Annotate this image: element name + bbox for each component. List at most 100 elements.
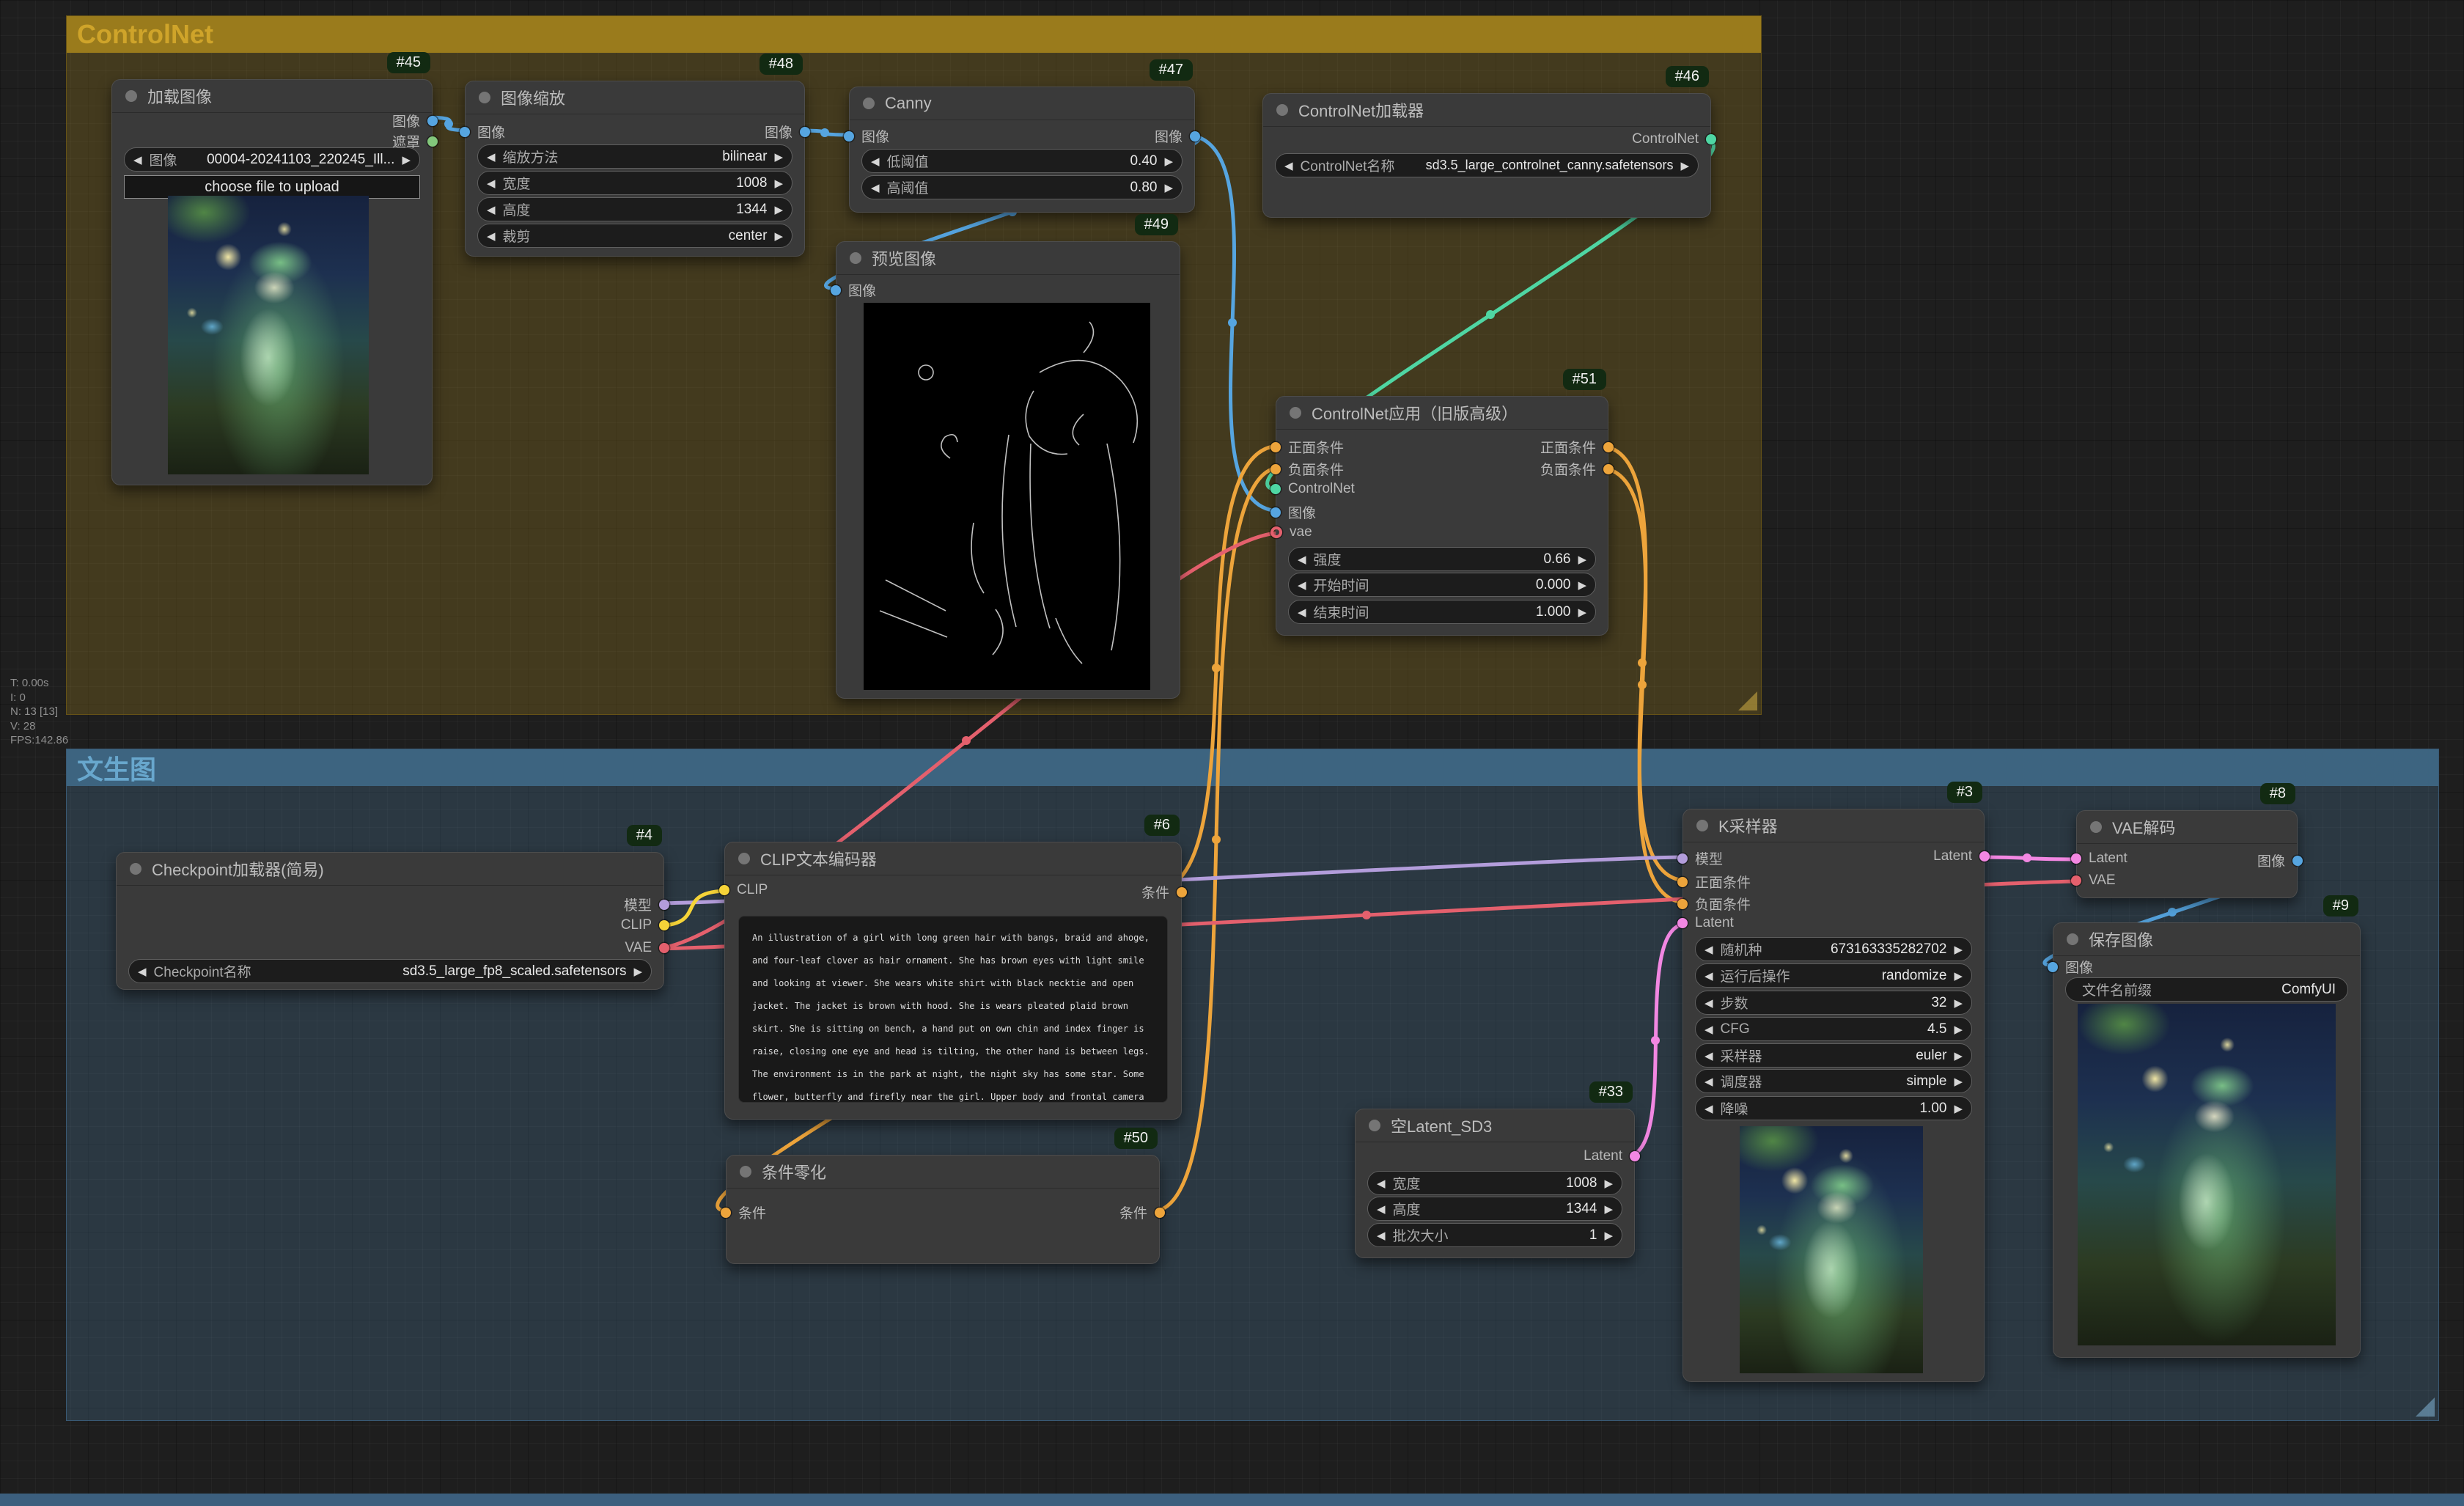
latent-port-icon[interactable] — [1677, 918, 1688, 928]
cfg-widget[interactable]: ◀ CFG 4.5 ▶ — [1695, 1017, 1972, 1041]
start-percent-widget[interactable]: ◀ 开始时间 0.000 ▶ — [1288, 573, 1596, 597]
conditioning-port-icon[interactable] — [1155, 1208, 1165, 1218]
prev-arrow-icon[interactable]: ◀ — [1704, 996, 1713, 1010]
image-port-icon[interactable] — [2292, 856, 2303, 866]
collapse-dot-icon[interactable] — [1369, 1120, 1380, 1131]
node-header[interactable]: 加载图像 — [112, 80, 432, 113]
prev-arrow-icon[interactable]: ◀ — [1704, 1075, 1713, 1088]
image-port-icon[interactable] — [831, 285, 841, 295]
node-preview-image[interactable]: #49 预览图像 图像 — [836, 241, 1180, 699]
conditioning-port-icon[interactable] — [1603, 464, 1614, 474]
conditioning-port-icon[interactable] — [1270, 464, 1281, 474]
node-header[interactable]: K采样器 — [1683, 809, 1984, 842]
next-arrow-icon[interactable]: ▶ — [1578, 578, 1586, 592]
collapse-dot-icon[interactable] — [740, 1166, 751, 1178]
next-arrow-icon[interactable]: ▶ — [1680, 159, 1689, 172]
collapse-dot-icon[interactable] — [1276, 104, 1288, 116]
input-port-image[interactable]: 图像 — [460, 122, 505, 142]
node-header[interactable]: 预览图像 — [836, 242, 1180, 275]
next-arrow-icon[interactable]: ▶ — [1954, 1049, 1963, 1062]
node-header[interactable]: CLIP文本编码器 — [725, 842, 1181, 875]
image-port-icon[interactable] — [2048, 962, 2058, 972]
next-arrow-icon[interactable]: ▶ — [1954, 1102, 1963, 1115]
prev-arrow-icon[interactable]: ◀ — [1284, 159, 1293, 172]
prev-arrow-icon[interactable]: ◀ — [1377, 1229, 1386, 1242]
height-widget[interactable]: ◀ 高度 1344 ▶ — [1367, 1197, 1622, 1221]
input-port-image[interactable]: 图像 — [2048, 957, 2093, 977]
input-port-negative[interactable]: 负面条件 — [1677, 894, 1751, 914]
input-port-vae[interactable]: VAE — [2071, 873, 2116, 889]
checkpoint-name-widget[interactable]: ◀ Checkpoint名称 sd3.5_large_fp8_scaled.sa… — [128, 959, 652, 983]
next-arrow-icon[interactable]: ▶ — [1164, 181, 1173, 194]
next-arrow-icon[interactable]: ▶ — [774, 203, 783, 216]
next-arrow-icon[interactable]: ▶ — [1954, 996, 1963, 1010]
clip-port-icon[interactable] — [659, 920, 669, 930]
latent-port-icon[interactable] — [1979, 851, 1990, 862]
input-port-clip[interactable]: CLIP — [719, 882, 768, 898]
node-header[interactable]: 保存图像 — [2053, 923, 2360, 956]
output-port-latent[interactable]: Latent — [1584, 1148, 1640, 1164]
node-vae-decode[interactable]: #8 VAE解码 Latent VAE 图像 — [2076, 810, 2298, 898]
output-port-clip[interactable]: CLIP — [621, 917, 669, 933]
input-port-conditioning[interactable]: 条件 — [721, 1202, 766, 1222]
next-arrow-icon[interactable]: ▶ — [1954, 1075, 1963, 1088]
collapse-dot-icon[interactable] — [738, 853, 750, 864]
prev-arrow-icon[interactable]: ◀ — [487, 177, 496, 190]
output-port-negative[interactable]: 负面条件 — [1540, 459, 1614, 479]
next-arrow-icon[interactable]: ▶ — [774, 150, 783, 164]
node-clip-text-encode[interactable]: #6 CLIP文本编码器 CLIP 条件 An illustration of … — [724, 842, 1182, 1120]
prev-arrow-icon[interactable]: ◀ — [487, 229, 496, 243]
comfyui-canvas[interactable]: { "stats": {"lines": "T: 0.00s\nI: 0\nN:… — [0, 0, 2464, 1506]
node-empty-latent-sd3[interactable]: #33 空Latent_SD3 Latent ◀ 宽度 1008 ▶ ◀ 高度 … — [1355, 1109, 1635, 1258]
filename-prefix-widget[interactable]: 文件名前缀 ComfyUI — [2065, 977, 2348, 1002]
prev-arrow-icon[interactable]: ◀ — [487, 203, 496, 216]
next-arrow-icon[interactable]: ▶ — [1604, 1202, 1613, 1216]
conditioning-port-icon[interactable] — [1603, 442, 1614, 452]
next-arrow-icon[interactable]: ▶ — [1954, 1023, 1963, 1036]
sampler-widget[interactable]: ◀ 采样器 euler ▶ — [1695, 1043, 1972, 1068]
high-threshold-widget[interactable]: ◀ 高阈值 0.80 ▶ — [861, 175, 1183, 199]
control-after-generate-widget[interactable]: ◀ 运行后操作 randomize ▶ — [1695, 963, 1972, 988]
prev-arrow-icon[interactable]: ◀ — [1298, 578, 1306, 592]
next-arrow-icon[interactable]: ▶ — [1578, 606, 1586, 619]
conditioning-port-icon[interactable] — [1177, 887, 1187, 897]
prev-arrow-icon[interactable]: ◀ — [1377, 1177, 1386, 1190]
output-port-conditioning[interactable]: 条件 — [1141, 882, 1187, 902]
node-load-image[interactable]: #45 加载图像 图像 遮罩 ◀ 图像 00004-20241103_22024… — [111, 79, 433, 485]
input-port-latent[interactable]: Latent — [1677, 915, 1734, 931]
latent-port-icon[interactable] — [2071, 853, 2081, 864]
input-port-controlnet[interactable]: ControlNet — [1270, 481, 1355, 497]
node-ksampler[interactable]: #3 K采样器 模型 正面条件 负面条件 Latent Latent ◀ 随机种… — [1682, 809, 1985, 1382]
node-canny[interactable]: #47 Canny 图像 图像 ◀ 低阈值 0.40 ▶ ◀ 高阈值 0.80 … — [849, 87, 1195, 213]
collapse-dot-icon[interactable] — [863, 98, 875, 109]
model-port-icon[interactable] — [659, 900, 669, 910]
vae-port-icon[interactable] — [1270, 526, 1282, 538]
node-header[interactable]: VAE解码 — [2077, 811, 2297, 844]
prev-arrow-icon[interactable]: ◀ — [1704, 943, 1713, 956]
input-port-image[interactable]: 图像 — [844, 126, 889, 146]
node-checkpoint-loader[interactable]: #4 Checkpoint加载器(简易) 模型 CLIP VAE ◀ Check… — [116, 852, 664, 990]
image-port-icon[interactable] — [1270, 507, 1281, 518]
output-port-positive[interactable]: 正面条件 — [1540, 437, 1614, 457]
crop-widget[interactable]: ◀ 裁剪 center ▶ — [477, 224, 792, 248]
prev-arrow-icon[interactable]: ◀ — [138, 965, 147, 978]
controlnet-port-icon[interactable] — [1270, 484, 1281, 494]
input-port-model[interactable]: 模型 — [1677, 848, 1723, 868]
output-port-image[interactable]: 图像 — [1155, 126, 1200, 146]
node-controlnet-loader[interactable]: #46 ControlNet加载器 ControlNet ◀ ControlNe… — [1262, 93, 1711, 218]
strength-widget[interactable]: ◀ 强度 0.66 ▶ — [1288, 547, 1596, 571]
width-widget[interactable]: ◀ 宽度 1008 ▶ — [477, 171, 792, 195]
scheduler-widget[interactable]: ◀ 调度器 simple ▶ — [1695, 1069, 1972, 1093]
node-header[interactable]: 图像缩放 — [466, 81, 804, 114]
image-port-icon[interactable] — [1190, 131, 1200, 142]
prev-arrow-icon[interactable]: ◀ — [133, 153, 142, 166]
conditioning-port-icon[interactable] — [721, 1208, 731, 1218]
next-arrow-icon[interactable]: ▶ — [1578, 553, 1586, 566]
node-header[interactable]: ControlNet加载器 — [1263, 94, 1710, 127]
next-arrow-icon[interactable]: ▶ — [1954, 969, 1963, 982]
node-conditioning-zero-out[interactable]: #50 条件零化 条件 条件 — [726, 1155, 1160, 1264]
node-controlnet-apply[interactable]: #51 ControlNet应用（旧版高级） 正面条件 负面条件 Control… — [1276, 396, 1608, 636]
collapse-dot-icon[interactable] — [850, 252, 861, 264]
image-port-icon[interactable] — [460, 127, 470, 137]
node-header[interactable]: 空Latent_SD3 — [1356, 1109, 1634, 1142]
